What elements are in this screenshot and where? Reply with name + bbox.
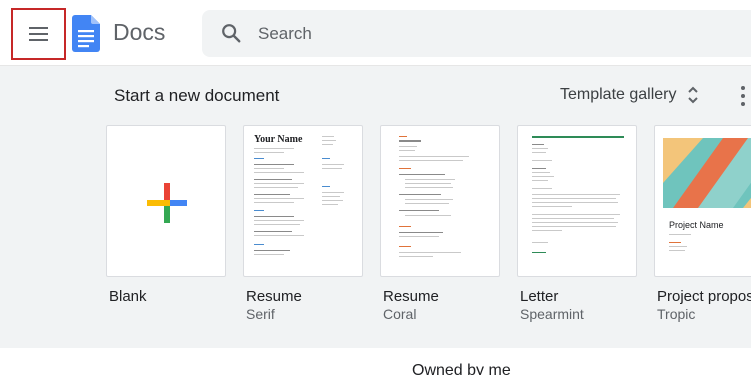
template-gallery-button[interactable]: Template gallery <box>560 85 699 105</box>
unfold-more-icon <box>687 86 698 104</box>
template-resume-serif[interactable]: Your Name Resume Serif <box>243 125 363 322</box>
template-resume-coral[interactable]: Resume Coral <box>380 125 500 322</box>
hamburger-menu-icon <box>28 27 48 41</box>
template-thumbnail[interactable] <box>380 125 500 277</box>
template-name: Resume <box>383 288 439 305</box>
template-thumbnail[interactable]: Your Name <box>243 125 363 277</box>
plus-icon <box>147 183 187 223</box>
start-new-document-section: Start a new document Template gallery Bl… <box>0 66 751 348</box>
template-style: Serif <box>246 306 275 322</box>
search-input[interactable] <box>258 10 738 57</box>
template-name: Resume <box>246 288 302 305</box>
more-options-icon[interactable] <box>738 86 748 110</box>
recent-documents-header: Owned by me <box>0 348 751 375</box>
search-bar[interactable] <box>202 10 751 57</box>
docs-logo-icon[interactable] <box>72 15 100 52</box>
search-icon[interactable] <box>220 22 242 44</box>
thumbnail-heading: Project Name <box>669 220 724 230</box>
template-name: Blank <box>109 288 147 305</box>
template-blank[interactable]: Blank <box>106 125 226 305</box>
template-style: Coral <box>383 306 417 322</box>
section-title: Start a new document <box>114 86 280 105</box>
tropic-banner-graphic <box>663 138 751 208</box>
template-name: Letter <box>520 288 559 305</box>
template-thumbnail[interactable]: Project Name <box>654 125 751 277</box>
top-app-bar: Docs <box>0 0 751 66</box>
template-gallery-label: Template gallery <box>560 86 677 103</box>
main-menu-button[interactable] <box>11 8 66 60</box>
template-name: Project proposal <box>657 288 751 305</box>
owner-filter-dropdown[interactable]: Owned by me <box>412 362 511 375</box>
template-style: Spearmint <box>520 306 584 322</box>
template-thumbnail[interactable] <box>517 125 637 277</box>
template-thumbnail[interactable] <box>106 125 226 277</box>
thumbnail-heading: Your Name <box>254 134 303 145</box>
app-title[interactable]: Docs <box>113 19 165 46</box>
template-project-proposal-tropic[interactable]: Project Name Project proposal Tropic <box>654 125 751 322</box>
template-style: Tropic <box>657 306 696 322</box>
template-letter-spearmint[interactable]: Letter Spearmint <box>517 125 637 322</box>
docs-home: Docs Start a new document Template galle… <box>0 0 751 375</box>
